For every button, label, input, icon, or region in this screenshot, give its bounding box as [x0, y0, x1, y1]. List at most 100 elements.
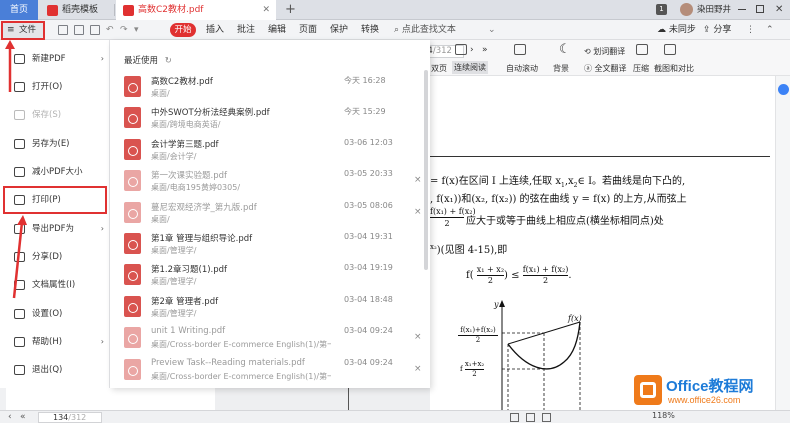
side-tool-icon[interactable]: [778, 84, 789, 95]
formula-x-num: x₁ + x₂: [476, 265, 505, 276]
word-translate-button[interactable]: ⟲ 划词翻译: [584, 46, 625, 57]
next-page-icon[interactable]: ›: [470, 45, 474, 55]
refresh-icon[interactable]: ↻: [165, 56, 172, 66]
menu-item-label: 退出(Q): [32, 365, 63, 375]
recent-file-item[interactable]: 第一次课实验题.pdf 桌面/电商195黄婷0305/03-05 20:33 ×: [124, 167, 422, 198]
pdf-file-icon: [124, 233, 141, 254]
print-icon[interactable]: [90, 25, 100, 35]
recent-file-item[interactable]: 第2章 管理者.pdf 桌面/管理学/03-04 18:48: [124, 293, 420, 324]
tab-home-label: 首页: [10, 5, 29, 15]
status-page-input[interactable]: 134/312: [38, 412, 102, 423]
pdf-file-icon: [123, 5, 134, 16]
pdf-file-icon: [124, 264, 141, 286]
view-mode-icon-2[interactable]: [526, 413, 535, 422]
menu-item-11[interactable]: 退出(Q): [4, 357, 106, 383]
file-menu-highlight: [1, 21, 45, 40]
remove-recent-icon[interactable]: ×: [414, 332, 422, 342]
pdf-file-icon: [124, 76, 141, 97]
recent-file-item[interactable]: 第1章 管理与组织导论.pdf 桌面/管理学/03-04 19:31: [124, 230, 420, 261]
vertical-scrollbar[interactable]: [775, 76, 790, 410]
recent-file-item[interactable]: 第1.2章习题(1).pdf 桌面/管理学/03-04 19:19: [124, 261, 420, 292]
background-button[interactable]: 背景: [553, 63, 569, 74]
search-box[interactable]: ⌕ 点此查找文本: [394, 20, 456, 40]
recent-file-item[interactable]: Preview Task--Reading materials.pdf 桌面/Cr…: [124, 356, 422, 387]
screenshot-compare-button[interactable]: 截图和对比: [654, 63, 694, 74]
more-options-icon[interactable]: ⋮: [746, 20, 755, 40]
maximize-icon[interactable]: [756, 5, 764, 13]
status-page-current: 134: [53, 413, 69, 422]
notification-badge[interactable]: 1: [656, 4, 667, 15]
zoom-level[interactable]: 118%: [652, 411, 675, 420]
recent-file-name: 高数C2教材.pdf: [151, 77, 213, 87]
remove-recent-icon[interactable]: ×: [414, 207, 422, 217]
screenshot-icon: [664, 44, 676, 55]
remove-recent-icon[interactable]: ×: [414, 175, 422, 185]
watermark-emblem-icon: [634, 375, 662, 405]
recent-file-item[interactable]: unit 1 Writing.pdf 桌面/Cross-border E-comm…: [124, 324, 422, 355]
graph-label1-num: f(x₁)+f(x₂): [458, 326, 498, 336]
tab-edit[interactable]: 编辑: [268, 20, 286, 40]
recent-file-name: 第1章 管理与组织导论.pdf: [151, 234, 253, 244]
close-tab-icon[interactable]: ✕: [262, 0, 270, 20]
avatar[interactable]: [680, 3, 693, 16]
recent-file-item[interactable]: 会计学第三题.pdf 桌面/会计学/03-06 12:03: [124, 136, 420, 167]
chevron-down-icon[interactable]: ⌄: [488, 20, 496, 40]
tab-document[interactable]: 高数C2教材.pdf ✕: [116, 0, 276, 20]
view-mode-icon-3[interactable]: [542, 413, 551, 422]
recent-file-time: 今天 15:29: [344, 107, 386, 117]
auto-scroll-button[interactable]: 自动滚动: [506, 63, 538, 74]
recent-file-time: 03-05 20:33: [344, 169, 393, 179]
recent-file-time: 03-04 19:31: [344, 232, 393, 241]
recent-file-item[interactable]: 高数C2教材.pdf 桌面/今天 16:28: [124, 73, 420, 104]
prev-page-icon[interactable]: ‹: [8, 411, 12, 423]
save-icon[interactable]: [74, 25, 84, 35]
tab-home[interactable]: 首页: [0, 0, 38, 20]
username[interactable]: 染田野井: [697, 0, 731, 20]
watermark-brand: Office教程网: [666, 378, 754, 395]
full-translate-label: 全文翻译: [594, 64, 627, 73]
formula-frac-right: f(x₁) + f(x₂) 2: [522, 265, 569, 286]
sync-status[interactable]: ☁ 未同步: [657, 20, 696, 40]
redo-icon[interactable]: ↷: [120, 20, 128, 40]
tab-template[interactable]: 稻壳模板: [40, 0, 112, 20]
recent-file-path: 桌面/: [151, 214, 170, 224]
new-tab-button[interactable]: +: [280, 0, 300, 20]
recent-file-item[interactable]: 中外SWOT分析法经典案例.pdf 桌面/跨境电商英语/今天 15:29: [124, 104, 420, 135]
arrow-print-head-icon: [17, 215, 27, 225]
document-page[interactable]: = f(x)在区间 I 上连续,任取 x1,x2∈ I。若曲线是向下凸的, , …: [430, 76, 775, 410]
continuous-read-button[interactable]: 连续阅读: [452, 61, 488, 74]
tab-protect[interactable]: 保护: [330, 20, 348, 40]
last-page-icon[interactable]: »: [482, 45, 488, 55]
full-translate-button[interactable]: ⓐ 全文翻译: [584, 63, 627, 74]
recent-files-title: 最近使用 ↻: [124, 54, 172, 66]
close-window-icon[interactable]: ✕: [775, 0, 783, 20]
recent-file-time: 今天 16:28: [344, 76, 386, 85]
two-page-button[interactable]: 双页: [431, 63, 447, 74]
recent-file-item[interactable]: 蔓尼宏观经济学_第九版.pdf 桌面/03-05 08:06 ×: [124, 199, 422, 230]
minimize-icon[interactable]: [738, 9, 746, 10]
formula-f-den: 2: [542, 276, 549, 285]
compress-button[interactable]: 压缩: [633, 63, 649, 74]
undo-icon[interactable]: ↶: [106, 20, 114, 40]
recent-scrollbar[interactable]: [424, 70, 428, 270]
tab-page[interactable]: 页面: [299, 20, 317, 40]
recent-file-time: 03-04 19:19: [344, 263, 393, 273]
tab-annotate[interactable]: 批注: [237, 20, 255, 40]
remove-recent-icon[interactable]: ×: [414, 364, 422, 374]
start-tab[interactable]: 开始: [170, 23, 196, 37]
recent-file-time: 03-04 09:24: [344, 357, 393, 367]
first-page-icon[interactable]: «: [20, 411, 26, 423]
doc-line-1a: = f(x)在区间 I 上连续,任取 x: [430, 176, 562, 187]
status-page-total: /312: [68, 413, 87, 422]
more-icon[interactable]: ▾: [134, 20, 139, 40]
recent-file-name: 中外SWOT分析法经典案例.pdf: [151, 108, 270, 119]
pdf-file-icon: [124, 170, 141, 192]
collapse-icon[interactable]: ⌃: [766, 20, 774, 40]
tab-convert[interactable]: 转换: [361, 20, 379, 40]
view-mode-icon[interactable]: [510, 413, 519, 422]
recent-file-path: 桌面/电商195黄婷0305/: [151, 183, 241, 193]
tab-insert[interactable]: 插入: [206, 20, 224, 40]
share-button[interactable]: ⇪ 分享: [703, 20, 731, 40]
open-folder-icon[interactable]: [58, 25, 68, 35]
doc-line-2: , f(x₁))和(x₂, f(x₂)) 的弦在曲线 y = f(x) 的上方,…: [430, 194, 687, 205]
